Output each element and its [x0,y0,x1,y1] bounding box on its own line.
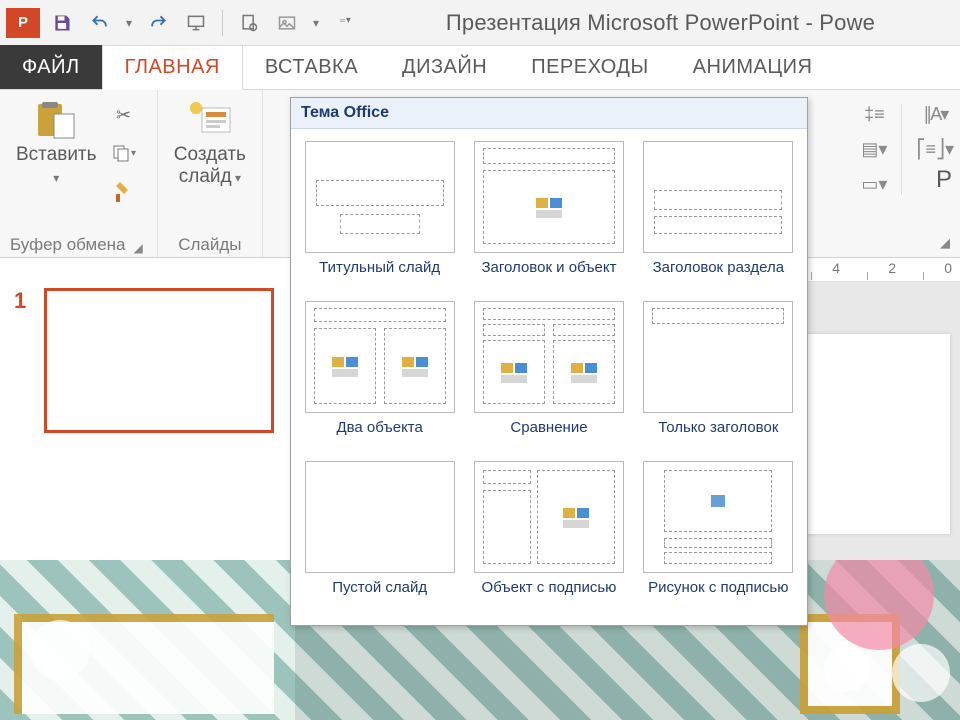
ruler-tick-4: 4 [832,260,840,276]
clipboard-dialog-launcher-icon[interactable]: ◢ [134,241,147,255]
app-icon[interactable]: P [6,8,40,38]
qat-separator [222,10,223,36]
window-title: Презентация Microsoft PowerPoint - Powe [361,10,960,36]
picture-dropdown-icon[interactable]: ▾ [309,8,323,38]
layout-title-slide[interactable]: Титульный слайд [299,141,460,295]
ribbon-tabs: ФАЙЛ ГЛАВНАЯ ВСТАВКА ДИЗАЙН ПЕРЕХОДЫ АНИ… [0,46,960,90]
layout-picture-caption[interactable]: Рисунок с подписью [638,461,799,615]
quick-access-toolbar: P ▾ ▾ ⁼▾ [0,8,361,38]
paste-label: Вставить▾ [16,144,97,188]
layout-section-header[interactable]: Заголовок раздела [638,141,799,295]
tab-insert[interactable]: ВСТАВКА [243,46,380,89]
gallery-body: Титульный слайд Заголовок и объект Загол… [291,129,807,625]
picture-icon[interactable] [271,8,303,38]
paragraph-dialog-launcher-icon[interactable]: ◢ [940,235,950,251]
layout-two-content[interactable]: Два объекта [299,301,460,455]
slide-layout-gallery: Тема Office Титульный слайд Заголовок и … [290,97,808,626]
align-icon[interactable]: ▤▾ [861,139,887,160]
tab-transitions[interactable]: ПЕРЕХОДЫ [509,46,670,89]
ruler-tick-0: 0 [944,260,952,276]
copy-icon[interactable]: ▾ [109,138,139,168]
new-slide-button[interactable]: Создать слайд ▾ [168,96,252,192]
qat-customize-icon[interactable]: ⁼▾ [329,8,361,38]
new-slide-label: Создать слайд ▾ [174,144,246,188]
save-icon[interactable] [46,8,78,38]
group-clipboard: Вставить▾ ✂ ▾ Буфер обмена ◢ [0,90,158,257]
tab-home[interactable]: ГЛАВНАЯ [102,45,243,90]
undo-icon[interactable] [84,8,116,38]
new-slide-icon [186,100,234,140]
paste-button[interactable]: Вставить▾ [10,96,103,192]
undo-dropdown-icon[interactable]: ▾ [122,8,136,38]
cut-icon[interactable]: ✂ [109,100,139,130]
layout-title-content[interactable]: Заголовок и объект [468,141,629,295]
print-preview-icon[interactable] [233,8,265,38]
tab-file[interactable]: ФАЙЛ [0,45,102,89]
paragraph-more-button[interactable]: Р [936,166,952,194]
group-slides-label: Слайды [168,231,252,255]
slide-thumbnail-1[interactable] [44,288,274,433]
gallery-header: Тема Office [291,98,807,129]
start-slideshow-icon[interactable] [180,8,212,38]
layout-title-only[interactable]: Только заголовок [638,301,799,455]
tab-design[interactable]: ДИЗАЙН [380,46,509,89]
ruler-tick-2: 2 [888,260,896,276]
paste-icon [32,100,80,140]
line-spacing-icon[interactable]: ‡≡ [864,104,885,125]
redo-icon[interactable] [142,8,174,38]
format-painter-icon[interactable] [109,176,139,206]
slide-number: 1 [14,288,26,314]
tab-animation[interactable]: АНИМАЦИЯ [671,46,835,89]
layout-blank[interactable]: Пустой слайд [299,461,460,615]
group-clipboard-label: Буфер обмена [10,231,126,255]
title-bar: P ▾ ▾ ⁼▾ Презентация Microsoft PowerPoin… [0,0,960,46]
text-direction-icon[interactable]: ∥A▾ [923,104,947,125]
align-text-icon[interactable]: ⎡≡⎦▾ [916,139,954,160]
layout-content-caption[interactable]: Объект с подписью [468,461,629,615]
layout-comparison[interactable]: Сравнение [468,301,629,455]
group-slides: Создать слайд ▾ Слайды [158,90,263,257]
convert-smartart-icon[interactable]: ▭▾ [861,174,887,195]
